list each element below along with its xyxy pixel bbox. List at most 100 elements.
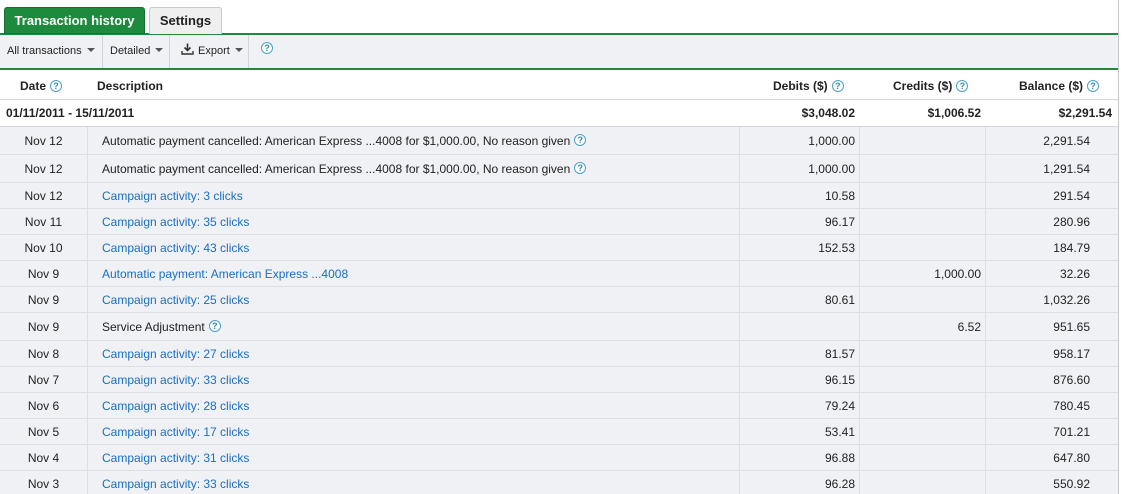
row-debit: [740, 261, 859, 286]
transaction-link[interactable]: Campaign activity: 27 clicks: [102, 347, 249, 361]
column-divider: [87, 287, 88, 312]
row-balance: 958.17: [1053, 346, 1090, 361]
transaction-link[interactable]: Campaign activity: 43 clicks: [102, 241, 249, 255]
row-date: Nov 9: [27, 266, 60, 281]
row-debit: 96.28: [824, 476, 855, 491]
row-date: Nov 3: [27, 476, 60, 491]
row-description: Automatic payment cancelled: American Ex…: [102, 127, 738, 154]
row-balance: 32.26: [1059, 266, 1090, 281]
transaction-link[interactable]: Campaign activity: 33 clicks: [102, 477, 249, 491]
view-dropdown[interactable]: Detailed: [103, 35, 169, 68]
header-credits-label: Credits ($): [893, 79, 953, 93]
tab-transaction-history[interactable]: Transaction history: [4, 7, 145, 34]
row-description: Campaign activity: 17 clicks: [102, 419, 738, 444]
header-description[interactable]: Description: [97, 72, 163, 100]
row-credit: 1,000.00: [934, 266, 981, 281]
table-row: Nov 12 Campaign activity: 3 clicks 10.58 29…: [0, 183, 1118, 209]
transaction-text: Automatic payment cancelled: American Ex…: [102, 161, 571, 176]
filter-dropdown[interactable]: All transactions: [0, 35, 102, 68]
header-debits[interactable]: Debits ($)?: [773, 72, 844, 100]
export-button[interactable]: Export: [170, 35, 248, 68]
row-date: Nov 8: [27, 346, 60, 361]
column-divider: [87, 127, 88, 154]
tab-settings[interactable]: Settings: [149, 7, 222, 34]
row-credit: [860, 367, 985, 392]
transaction-link[interactable]: Campaign activity: 31 clicks: [102, 451, 249, 465]
table-row: Nov 5 Campaign activity: 17 clicks 53.41 70…: [0, 419, 1118, 445]
row-credit: [860, 183, 985, 208]
help-icon[interactable]: ?: [956, 79, 969, 92]
header-credits[interactable]: Credits ($)?: [893, 72, 969, 100]
transaction-text: Automatic payment cancelled: American Ex…: [102, 133, 571, 148]
transaction-link[interactable]: Campaign activity: 3 clicks: [102, 189, 243, 203]
transaction-table: Date? Description Debits ($)? Credits ($…: [0, 72, 1118, 494]
column-divider: [87, 261, 88, 286]
row-balance: 184.79: [1053, 240, 1090, 255]
row-balance: 2,291.54: [1043, 133, 1090, 148]
filter-dropdown-label: All transactions: [7, 45, 82, 57]
total-balance: $2,291.54: [1058, 106, 1112, 120]
row-debit: 10.58: [824, 188, 855, 203]
column-divider: [87, 419, 88, 444]
toolbar-help[interactable]: ?: [250, 35, 274, 68]
tab-bar: Transaction history Settings: [0, 0, 1118, 35]
total-debits: $3,048.02: [801, 106, 855, 120]
row-description: Campaign activity: 28 clicks: [102, 393, 738, 418]
transaction-link[interactable]: Campaign activity: 35 clicks: [102, 215, 249, 229]
table-row: Nov 12 Automatic payment cancelled: Ameri…: [0, 127, 1118, 155]
row-description: Campaign activity: 35 clicks: [102, 209, 738, 234]
chevron-down-icon: [86, 48, 95, 53]
row-date: Nov 5: [27, 424, 60, 439]
transaction-link[interactable]: Campaign activity: 28 clicks: [102, 399, 249, 413]
row-date: Nov 6: [27, 398, 60, 413]
column-divider: [87, 367, 88, 392]
column-divider: [87, 209, 88, 234]
column-divider: [87, 341, 88, 366]
row-description: Service Adjustment?: [102, 313, 738, 340]
header-date[interactable]: Date?: [20, 72, 63, 100]
transaction-link[interactable]: Automatic payment: American Express ...4…: [102, 267, 348, 281]
help-icon[interactable]: ?: [831, 79, 844, 92]
help-icon[interactable]: ?: [261, 42, 273, 55]
row-debit: [740, 313, 859, 340]
transaction-link[interactable]: Campaign activity: 33 clicks: [102, 373, 249, 387]
help-icon[interactable]: ?: [50, 79, 63, 92]
row-debit: 1,000.00: [808, 133, 855, 148]
row-balance: 647.80: [1053, 450, 1090, 465]
table-row: Nov 3 Campaign activity: 33 clicks 96.28 55…: [0, 471, 1118, 494]
row-description: Campaign activity: 27 clicks: [102, 341, 738, 366]
help-icon[interactable]: ?: [574, 133, 587, 146]
help-icon[interactable]: ?: [574, 161, 587, 174]
row-credit: [860, 287, 985, 312]
row-balance: 780.45: [1053, 398, 1090, 413]
table-row: Nov 9 Automatic payment: American Express…: [0, 261, 1118, 287]
date-range-summary: 01/11/2011 - 15/11/2011 $3,048.02 $1,006…: [0, 100, 1118, 127]
transaction-link[interactable]: Campaign activity: 25 clicks: [102, 293, 249, 307]
table-row: Nov 9 Campaign activity: 25 clicks 80.61 1,…: [0, 287, 1118, 313]
row-date: Nov 9: [27, 319, 60, 334]
header-balance-label: Balance ($): [1019, 79, 1084, 93]
column-divider: [87, 155, 88, 182]
row-credit: [860, 445, 985, 470]
row-date: Nov 4: [27, 450, 60, 465]
row-credit: [860, 155, 985, 182]
table-row: Nov 8 Campaign activity: 27 clicks 81.57 95…: [0, 341, 1118, 367]
row-date: Nov 10: [24, 240, 63, 255]
column-divider: [87, 471, 88, 494]
row-description: Campaign activity: 3 clicks: [102, 183, 738, 208]
transaction-link[interactable]: Campaign activity: 17 clicks: [102, 425, 249, 439]
row-debit: 1,000.00: [808, 161, 855, 176]
row-description: Campaign activity: 25 clicks: [102, 287, 738, 312]
help-icon[interactable]: ?: [1087, 79, 1100, 92]
row-debit: 53.41: [824, 424, 855, 439]
help-icon[interactable]: ?: [208, 319, 221, 332]
row-balance: 1,032.26: [1043, 292, 1090, 307]
chevron-down-icon: [155, 48, 164, 53]
row-date: Nov 7: [27, 372, 60, 387]
header-balance[interactable]: Balance ($)?: [1019, 72, 1100, 100]
row-credit: [860, 341, 985, 366]
row-credit: [860, 419, 985, 444]
toolbar-divider: [248, 35, 249, 68]
row-debit: 96.17: [824, 214, 855, 229]
row-date: Nov 12: [24, 161, 63, 176]
